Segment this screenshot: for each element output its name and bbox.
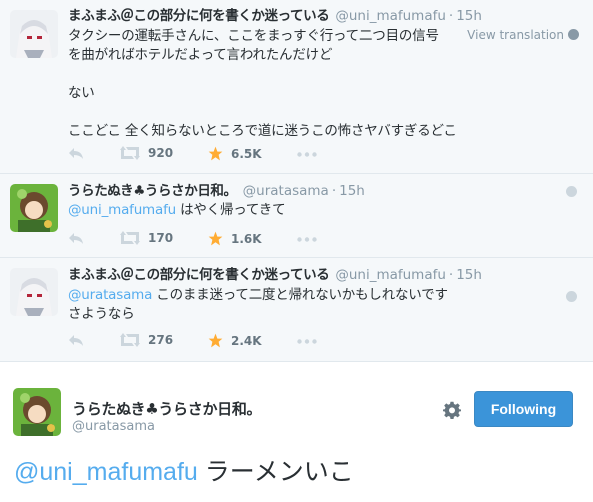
retweet-button[interactable]: 276 (120, 333, 173, 347)
reply-icon (69, 335, 83, 346)
avatar[interactable] (10, 268, 58, 316)
display-name[interactable]: まふまふ＠この部分に何を書くか迷っている (68, 267, 330, 283)
globe-icon (568, 29, 579, 40)
separator: · (331, 183, 337, 199)
timestamp[interactable]: 15h (456, 267, 482, 283)
tweet-line (68, 103, 457, 122)
favorite-button[interactable]: 1.6K (208, 231, 262, 246)
tweet[interactable]: まふまふ＠この部分に何を書くか迷っている @uni_mafumafu · 15h @u… (0, 258, 593, 362)
tweet[interactable]: うらたぬき♣うらさか日和。 @uratasama · 15h @uni_mafumaf… (0, 174, 593, 258)
handle[interactable]: @uni_mafumafu (335, 8, 446, 24)
avatar[interactable] (10, 10, 58, 58)
display-name[interactable]: うらたぬき♣うらさか日和。 (68, 183, 237, 199)
star-icon (208, 146, 223, 161)
retweet-count: 276 (148, 333, 174, 347)
globe-icon[interactable] (566, 291, 577, 302)
tweet-text: @uni_mafumafu ラーメンいこ (14, 452, 354, 488)
retweet-button[interactable]: 170 (120, 231, 173, 245)
more-icon (297, 339, 317, 344)
tweet[interactable]: まふまふ＠この部分に何を書くか迷っている @uni_mafumafu · 15h Vi… (0, 0, 593, 174)
tweet-header: まふまふ＠この部分に何を書くか迷っている @uni_mafumafu · 15h (68, 267, 482, 284)
tweet-line: ここどこ 全く知らないところで道に迷うこの怖さヤバすぎるどこ (68, 123, 457, 139)
timestamp[interactable]: 15h (456, 8, 482, 24)
tweet-line: @uratasama このまま迷って二度と帰れないかもしれないです (68, 286, 448, 305)
avatar[interactable] (10, 184, 58, 232)
view-translation-label: View translation (467, 28, 564, 42)
following-button[interactable]: Following (474, 391, 573, 427)
favorite-count: 1.6K (231, 231, 262, 246)
tweet-body: このまま迷って二度と帰れないかもしれないです (152, 287, 448, 303)
avatar[interactable] (13, 388, 61, 436)
handle[interactable]: @uratasama (72, 419, 155, 434)
reply-button[interactable] (68, 333, 84, 347)
tweet-line: さようなら (68, 306, 135, 322)
separator: · (448, 8, 454, 24)
retweet-icon (120, 146, 140, 160)
gear-icon[interactable] (443, 401, 461, 419)
timestamp[interactable]: 15h (339, 183, 365, 199)
separator: · (448, 267, 454, 283)
retweet-count: 920 (148, 146, 174, 160)
retweet-icon (120, 231, 140, 245)
tweet-line (68, 65, 457, 84)
reply-icon (69, 148, 83, 159)
reply-button[interactable] (68, 231, 84, 245)
handle[interactable]: @uni_mafumafu (335, 267, 446, 283)
globe-icon[interactable] (566, 186, 577, 197)
handle[interactable]: @uratasama (243, 183, 329, 199)
star-icon (208, 333, 223, 348)
more-icon (297, 152, 317, 157)
mention-link[interactable]: @uni_mafumafu (68, 202, 176, 218)
tweet-line: タクシーの運転手さんに、ここをまっすぐ行って二つ目の信号 (68, 28, 439, 44)
tweet-text: @uratasama このまま迷って二度と帰れないかもしれないです さようなら (68, 286, 448, 324)
retweet-count: 170 (148, 231, 174, 245)
tweet-header: うらたぬき♣うらさか日和。 @uratasama · 15h (68, 183, 365, 200)
favorite-count: 2.4K (231, 333, 262, 348)
retweet-button[interactable]: 920 (120, 146, 173, 160)
retweet-icon (120, 333, 140, 347)
display-name[interactable]: まふまふ＠この部分に何を書くか迷っている (68, 8, 330, 24)
more-button[interactable] (297, 152, 317, 157)
tweet-text: タクシーの運転手さんに、ここをまっすぐ行って二つ目の信号 を曲がればホテルだよっ… (68, 27, 457, 141)
reply-icon (69, 233, 83, 244)
favorite-count: 6.5K (231, 146, 262, 161)
tweet-line: を曲がればホテルだよって言われたんだけど (68, 47, 333, 63)
tweet-body: ラーメンいこ (197, 458, 354, 486)
tweet-line: ない (68, 85, 95, 101)
more-button[interactable] (297, 237, 317, 242)
tweet-header: まふまふ＠この部分に何を書くか迷っている @uni_mafumafu · 15h (68, 8, 482, 25)
favorite-button[interactable]: 6.5K (208, 146, 262, 161)
star-icon (208, 231, 223, 246)
display-name[interactable]: うらたぬき♣うらさか日和。 (72, 398, 262, 419)
reply-button[interactable] (68, 146, 84, 160)
view-translation-link[interactable]: View translation (467, 28, 579, 42)
more-icon (297, 237, 317, 242)
mention-link[interactable]: @uni_mafumafu (14, 458, 198, 486)
favorite-button[interactable]: 2.4K (208, 333, 262, 348)
tweet-text: @uni_mafumafu はやく帰ってきて (68, 201, 286, 220)
more-button[interactable] (297, 339, 317, 344)
mention-link[interactable]: @uratasama (68, 287, 152, 303)
tweet-body: はやく帰ってきて (175, 202, 286, 218)
